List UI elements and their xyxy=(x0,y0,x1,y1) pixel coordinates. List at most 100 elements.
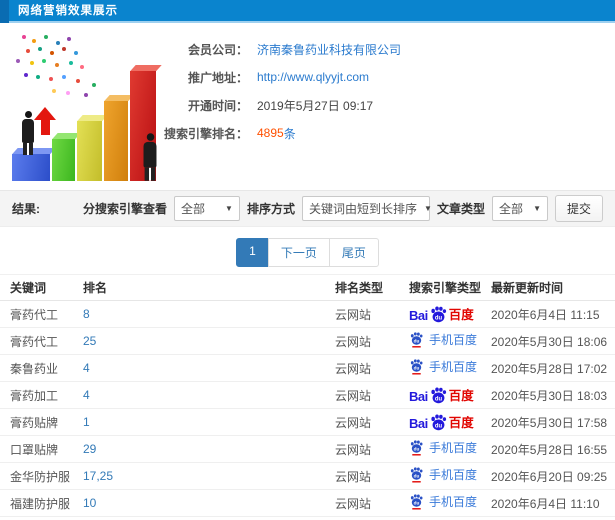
col-header-rank-type: 排名类型 xyxy=(335,274,409,301)
rank-type-cell xyxy=(335,516,409,520)
engine-cell: Bai du 百度 du xyxy=(409,489,491,517)
company-link[interactable]: 济南秦鲁药业科技有限公司 xyxy=(257,41,401,58)
engine-filter-select[interactable]: 全部 ▼ xyxy=(173,196,240,221)
company-label: 会员公司： xyxy=(187,42,248,57)
keyword-cell: 膏药加工 xyxy=(0,381,83,409)
svg-text:du: du xyxy=(414,446,420,451)
engine-cell: Bai du 百度 du xyxy=(409,408,491,436)
engine-cell: Bai du 百度 du xyxy=(409,435,491,463)
rank-link[interactable]: 8 xyxy=(83,307,90,321)
update-time-cell xyxy=(491,516,615,520)
mobile-baidu-label: 手机百度 xyxy=(429,441,478,456)
baidu-logo-cn-text: 百度 xyxy=(448,416,474,430)
pagination-last-button[interactable]: 尾页 xyxy=(328,238,379,267)
rank-link[interactable]: 25 xyxy=(83,334,96,348)
rank-link[interactable]: 10 xyxy=(83,496,96,510)
open-time-value: 2019年5月27日 09:17 xyxy=(257,98,374,113)
mobile-baidu-paw-icon: du xyxy=(410,359,423,375)
keyword-cell: 金华防护服 xyxy=(0,462,83,490)
svg-text:du: du xyxy=(435,396,443,402)
submit-button[interactable]: 提交 xyxy=(554,195,603,222)
keyword-cell: 膏药代工 xyxy=(0,300,83,328)
confetti-decoration xyxy=(22,35,26,39)
mobile-baidu-label: 手机百度 xyxy=(429,360,478,375)
pagination-next-button[interactable]: 下一页 xyxy=(267,238,330,267)
rank-type-cell: 云网站 xyxy=(335,462,409,490)
results-label: 结果: xyxy=(12,202,40,216)
chart-bar-green xyxy=(52,139,75,181)
baidu-logo-cn-text: 百度 xyxy=(448,308,474,322)
account-info: 会员公司： 济南秦鲁药业科技有限公司 推广地址： http://www.qlyy… xyxy=(158,35,598,147)
info-row-opened: 开通时间： 2019年5月27日 09:17 xyxy=(158,91,598,119)
pagination: 1 下一页 尾页 xyxy=(0,227,615,274)
table-row: 秦鲁药业 4 云网站 Bai du 百度 xyxy=(0,354,615,382)
open-time-label: 开通时间： xyxy=(187,98,248,113)
title-bar: 网络营销效果展示 xyxy=(0,0,615,23)
table-row: 膏药代工 25 云网站 Bai du 百度 xyxy=(0,327,615,355)
rank-link[interactable]: 4 xyxy=(83,388,90,402)
rank-type-cell: 云网站 xyxy=(335,408,409,436)
chart-bar-blue xyxy=(12,154,50,181)
keyword-cell: 膏药代工 xyxy=(0,327,83,355)
col-header-keyword: 关键词 xyxy=(0,274,83,301)
baidu-logo[interactable]: Bai du 百度 xyxy=(409,414,474,430)
baidu-logo[interactable]: Bai du 百度 xyxy=(409,387,474,403)
rank-type-cell: 云网站 xyxy=(335,327,409,355)
mobile-baidu-paw-icon: du xyxy=(410,440,423,456)
rank-link[interactable]: 17,25 xyxy=(83,469,113,483)
rank-count-value: 4895 xyxy=(257,126,284,140)
sort-filter-label: 排序方式 xyxy=(246,202,295,216)
rank-type-cell: 云网站 xyxy=(335,300,409,328)
update-time-cell: 2020年6月20日 09:25 xyxy=(491,462,615,490)
mobile-baidu-link[interactable]: du 手机百度 xyxy=(409,331,477,348)
promo-url-label: 推广地址： xyxy=(187,70,248,85)
pagination-current-page[interactable]: 1 xyxy=(236,238,269,267)
info-row-rank-count: 搜索引擎排名： 4895 条 xyxy=(158,119,598,147)
info-row-url: 推广地址： http://www.qlyyjt.com xyxy=(158,63,598,91)
engine-cell: Bai du 百度 du xyxy=(409,327,491,355)
hero-illustration xyxy=(4,33,176,185)
up-arrow-icon xyxy=(34,107,56,135)
update-time-cell: 2020年5月30日 18:03 xyxy=(491,381,615,409)
engine-cell: Bai du 百度 du xyxy=(409,354,491,382)
rank-type-cell: 云网站 xyxy=(335,489,409,517)
engine-cell: Bai du 百度 du xyxy=(409,516,491,520)
type-filter-select[interactable]: 全部 ▼ xyxy=(491,196,548,221)
mobile-baidu-link[interactable]: du 手机百度 xyxy=(409,439,477,456)
engine-cell: Bai du 百度 du xyxy=(409,300,491,328)
mobile-baidu-link[interactable]: du 手机百度 xyxy=(409,466,477,483)
update-time-cell: 2020年6月4日 11:10 xyxy=(491,489,615,517)
filter-controls: 分搜索引擎查看 全部 ▼ 排序方式 关键词由短到长排序 ▼ 文章类型 全部 ▼ … xyxy=(83,195,603,222)
baidu-logo-bai-text: Bai xyxy=(409,307,428,323)
baidu-logo-bai-text: Bai xyxy=(409,388,428,404)
update-time-cell: 2020年6月4日 11:15 xyxy=(491,300,615,328)
svg-text:du: du xyxy=(435,423,443,429)
rank-type-cell: 云网站 xyxy=(335,435,409,463)
baidu-logo[interactable]: Bai du 百度 xyxy=(409,306,474,322)
col-header-rank: 排名 xyxy=(83,274,335,301)
baidu-paw-icon: du xyxy=(431,414,446,430)
table-body: 膏药代工 8 云网站 Bai du 百度 2020年6月4日 11:15 膏药代… xyxy=(0,300,615,520)
mobile-baidu-link[interactable]: du 手机百度 xyxy=(409,358,477,375)
keyword-cell: 膏药贴牌 xyxy=(0,408,83,436)
mobile-baidu-paw-icon: du xyxy=(410,332,423,348)
sort-filter-value: 关键词由短到长排序 xyxy=(308,202,417,216)
keyword-cell: 秦鲁药业 xyxy=(0,354,83,382)
rank-link[interactable]: 29 xyxy=(83,442,96,456)
mobile-baidu-link[interactable]: du 手机百度 xyxy=(409,493,477,510)
svg-text:du: du xyxy=(414,338,420,343)
promo-url-link[interactable]: http://www.qlyyjt.com xyxy=(257,70,369,84)
sort-filter-select[interactable]: 关键词由短到长排序 ▼ xyxy=(301,196,432,221)
mobile-baidu-paw-icon: du xyxy=(410,494,423,510)
rank-link[interactable]: 4 xyxy=(83,361,90,375)
businessman-figure-right xyxy=(141,133,158,181)
table-header-row: 关键词 排名 排名类型 搜索引擎类型 最新更新时间 xyxy=(0,274,615,301)
table-row: 福建防护服 10 云网站 Bai du 百度 xyxy=(0,489,615,517)
table-row: 金华防护服 17,25 云网站 Bai du 百度 xyxy=(0,462,615,490)
rank-link[interactable]: 1 xyxy=(83,415,90,429)
page-title: 网络营销效果展示 xyxy=(18,5,118,17)
svg-text:du: du xyxy=(435,315,443,321)
engine-cell: Bai du 百度 du xyxy=(409,462,491,490)
mobile-baidu-label: 手机百度 xyxy=(429,468,478,483)
update-time-cell: 2020年5月30日 17:58 xyxy=(491,408,615,436)
